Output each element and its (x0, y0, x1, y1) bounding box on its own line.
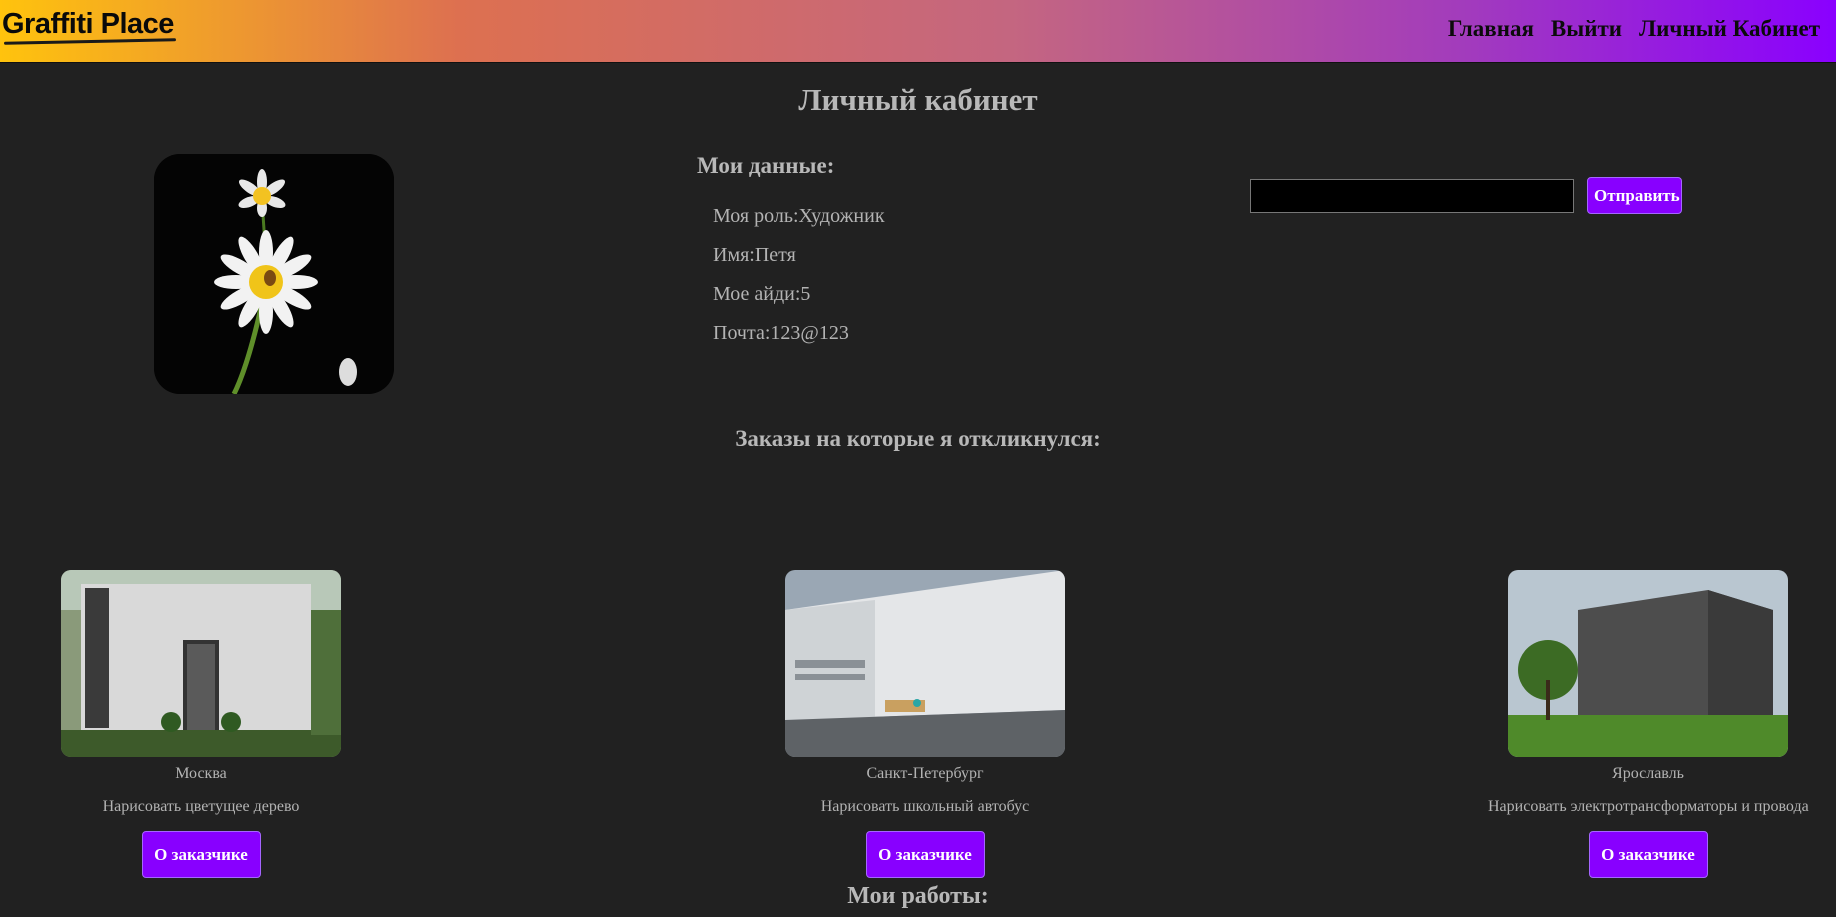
avatar-upload-input[interactable] (1250, 179, 1574, 213)
order-task: Нарисовать цветущее дерево (102, 798, 300, 815)
profile-email: Почта:123@123 (713, 322, 849, 344)
order-task: Нарисовать электротрансформаторы и прово… (1488, 798, 1809, 815)
site-logo[interactable]: Graffiti Place (2, 8, 174, 41)
about-customer-button[interactable]: О заказчике (1588, 831, 1708, 878)
profile-id: Мое айди:5 (713, 283, 811, 305)
order-task: Нарисовать школьный автобус (820, 798, 1030, 815)
main-nav: Главная Выйти Личный Кабинет (1448, 16, 1820, 42)
profile-info: Моя роль:Художник Имя:Петя Мое айди:5 По… (713, 205, 885, 361)
about-customer-button[interactable]: О заказчике (141, 831, 261, 878)
order-card: Ярославль Нарисовать электротрансформато… (1488, 570, 1809, 878)
nav-link-account[interactable]: Личный Кабинет (1639, 16, 1820, 42)
my-data-heading: Мои данные: (697, 153, 835, 178)
order-city: Москва (175, 765, 227, 782)
profile-name: Имя:Петя (713, 244, 796, 266)
order-card: Москва Нарисовать цветущее дерево О зака… (41, 570, 361, 878)
my-works-heading: Мои работы: (847, 883, 989, 909)
nav-link-logout[interactable]: Выйти (1551, 16, 1622, 42)
order-image (1508, 570, 1788, 757)
profile-role: Моя роль:Художник (713, 205, 885, 227)
page-title: Личный кабинет (798, 82, 1038, 117)
order-card: Санкт-Петербург Нарисовать школьный авто… (765, 570, 1085, 878)
orders-heading: Заказы на которые я откликнулся: (735, 426, 1101, 451)
about-customer-button[interactable]: О заказчике (865, 831, 985, 878)
avatar (154, 154, 394, 394)
site-header: Graffiti Place Главная Выйти Личный Каби… (0, 0, 1836, 63)
nav-link-home[interactable]: Главная (1448, 16, 1534, 42)
order-city: Санкт-Петербург (866, 765, 984, 782)
order-image (61, 570, 341, 757)
order-image (785, 570, 1065, 757)
send-button[interactable]: Отправить (1587, 177, 1682, 214)
avatar-daisy-image (154, 154, 394, 394)
order-city: Ярославль (1612, 765, 1684, 782)
